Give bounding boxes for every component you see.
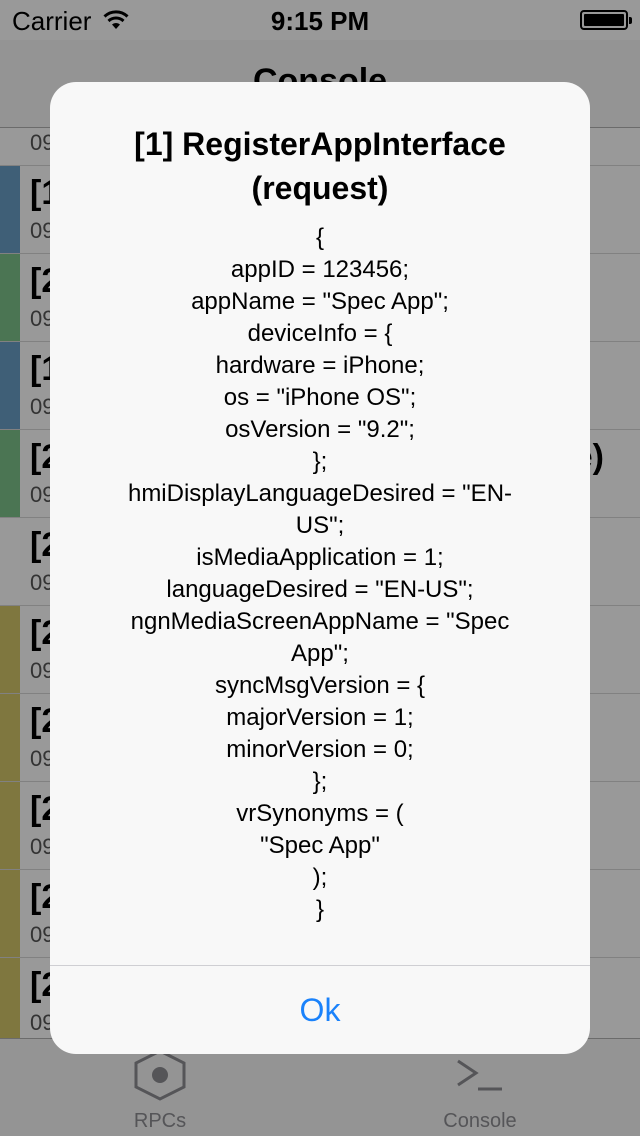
alert-dialog: [1] RegisterAppInterface (request) { appI… xyxy=(50,82,590,1054)
message-line: US"; xyxy=(295,512,345,539)
message-line: deviceInfo = { xyxy=(247,320,393,347)
message-line: }; xyxy=(312,448,328,475)
message-line: minorVersion = 0; xyxy=(226,736,414,763)
message-line: majorVersion = 1; xyxy=(226,704,414,731)
message-line: hmiDisplayLanguageDesired = "EN- xyxy=(127,480,513,507)
alert-title: [1] RegisterAppInterface (request) xyxy=(134,126,506,206)
message-line: os = "iPhone OS"; xyxy=(223,384,417,411)
message-line: { xyxy=(315,224,324,251)
message-line: }; xyxy=(312,768,328,795)
message-line: App"; xyxy=(291,640,349,667)
message-line: ); xyxy=(312,864,328,891)
message-line: "Spec App" xyxy=(260,832,380,859)
message-line: ngnMediaScreenAppName = "Spec xyxy=(130,608,510,635)
message-line: languageDesired = "EN-US"; xyxy=(166,576,474,603)
message-line: appID = 123456; xyxy=(230,256,410,283)
message-line: isMediaApplication = 1; xyxy=(196,544,444,571)
alert-message: { appID = 123456; appName = "Spec App"; dev… xyxy=(70,222,570,926)
message-line: vrSynonyms = ( xyxy=(236,800,404,827)
message-line: } xyxy=(315,896,324,923)
ok-button[interactable]: Ok xyxy=(50,966,590,1054)
message-line: syncMsgVersion = { xyxy=(214,672,426,699)
message-line: hardware = iPhone; xyxy=(215,352,425,379)
message-line: osVersion = "9.2"; xyxy=(225,416,415,443)
message-line: appName = "Spec App"; xyxy=(191,288,449,315)
